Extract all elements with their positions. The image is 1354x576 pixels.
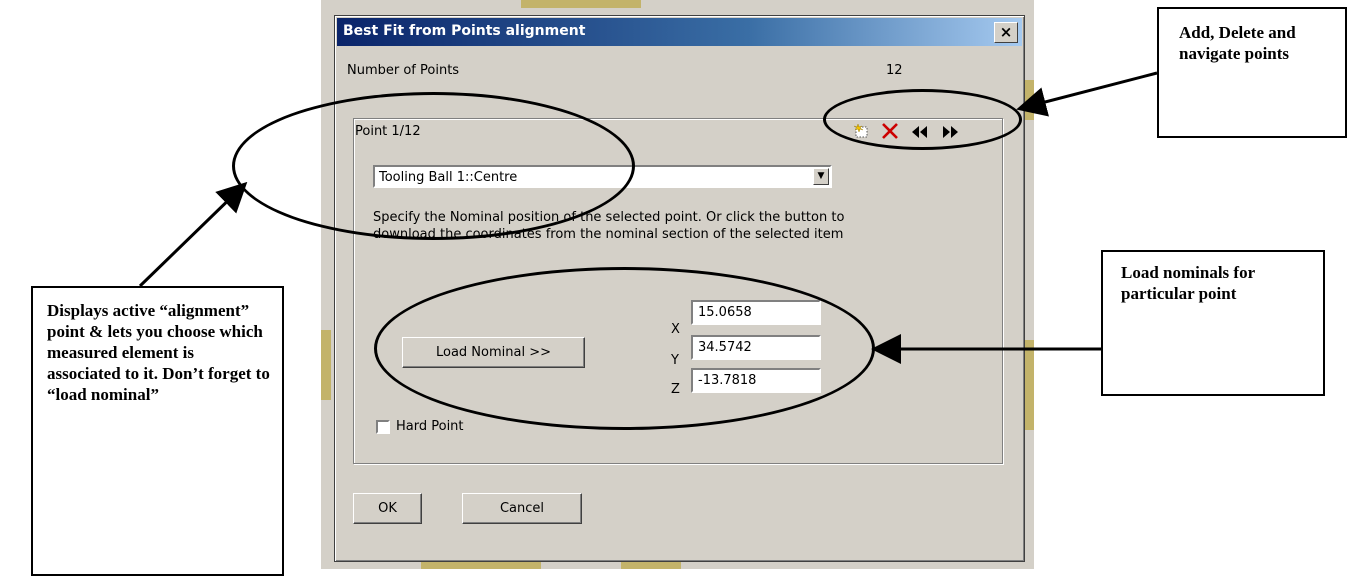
arrow-toolbar bbox=[1016, 71, 1158, 117]
annotation-arrows bbox=[138, 71, 1158, 364]
arrow-active-point bbox=[138, 181, 248, 288]
